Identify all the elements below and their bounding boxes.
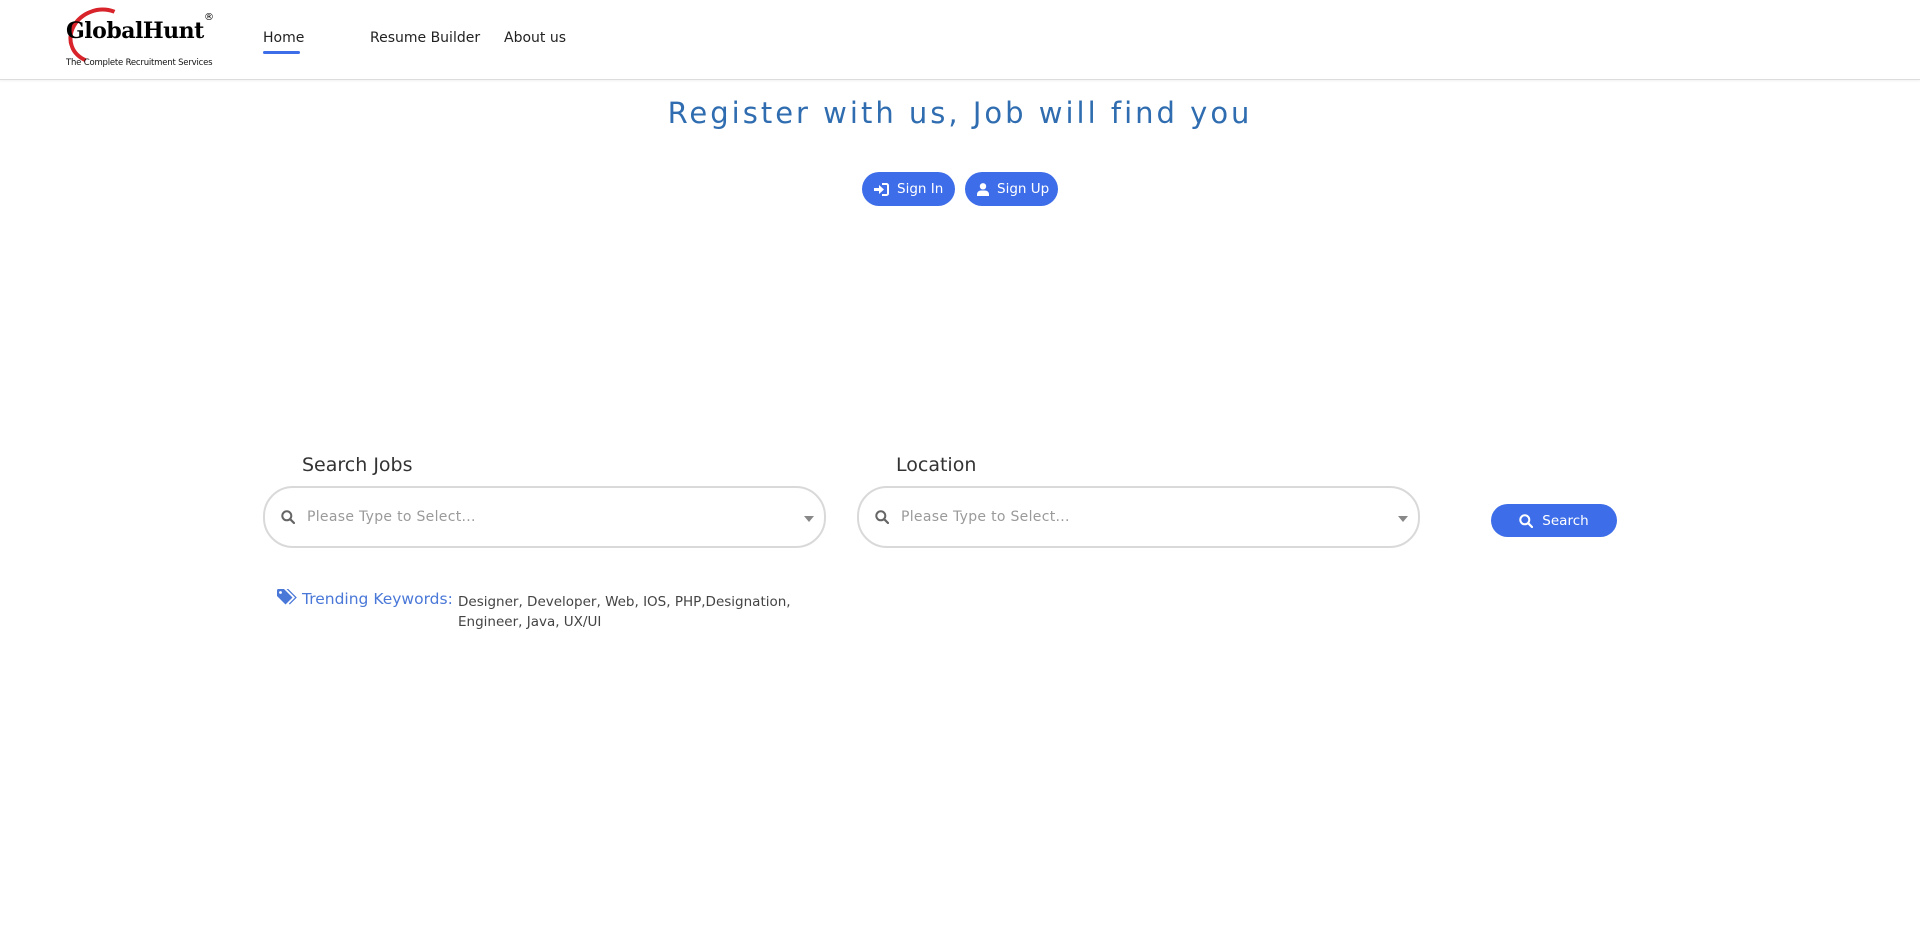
search-icon — [875, 510, 889, 524]
location-placeholder: Please Type to Select... — [901, 509, 1070, 525]
sign-up-button[interactable]: Sign Up — [965, 172, 1058, 206]
location-select[interactable]: Please Type to Select... — [857, 486, 1420, 548]
sign-up-label: Sign Up — [997, 181, 1050, 197]
chevron-down-icon — [1398, 516, 1408, 522]
trending-keywords-list[interactable]: Designer, Developer, Web, IOS, PHP,Desig… — [458, 592, 833, 632]
logo-wordmark: GlobalHunt — [66, 18, 204, 44]
nav-home-label: Home — [263, 30, 305, 46]
nav-resume-builder[interactable]: Resume Builder — [370, 30, 480, 46]
tags-icon — [277, 589, 297, 605]
sign-in-button[interactable]: Sign In — [862, 172, 955, 206]
search-jobs-label: Search Jobs — [302, 454, 413, 476]
nav-about-us[interactable]: About us — [504, 30, 566, 46]
search-jobs-select[interactable]: Please Type to Select... — [263, 486, 826, 548]
active-nav-indicator — [263, 51, 300, 54]
sign-in-icon — [874, 182, 889, 196]
logo-tagline: The Complete Recruitment Services — [66, 58, 213, 68]
user-icon — [977, 182, 989, 196]
search-button-label: Search — [1542, 512, 1589, 529]
chevron-down-icon — [804, 516, 814, 522]
location-label: Location — [896, 454, 977, 476]
sign-in-label: Sign In — [897, 181, 944, 197]
hero-title: Register with us, Job will find you — [667, 96, 1253, 130]
trending-keywords-label: Trending Keywords: — [302, 590, 453, 608]
search-jobs-placeholder: Please Type to Select... — [307, 509, 476, 525]
nav-about-us-label: About us — [504, 30, 567, 46]
search-icon — [1519, 513, 1534, 528]
search-button[interactable]: Search — [1491, 504, 1617, 537]
top-navbar: GlobalHunt ® The Complete Recruitment Se… — [0, 0, 1920, 80]
logo-registered-mark: ® — [204, 12, 214, 23]
globalhunt-logo[interactable]: GlobalHunt ® The Complete Recruitment Se… — [60, 0, 216, 74]
nav-resume-builder-label: Resume Builder — [370, 30, 481, 46]
search-icon — [281, 510, 295, 524]
nav-home[interactable]: Home — [263, 30, 305, 54]
